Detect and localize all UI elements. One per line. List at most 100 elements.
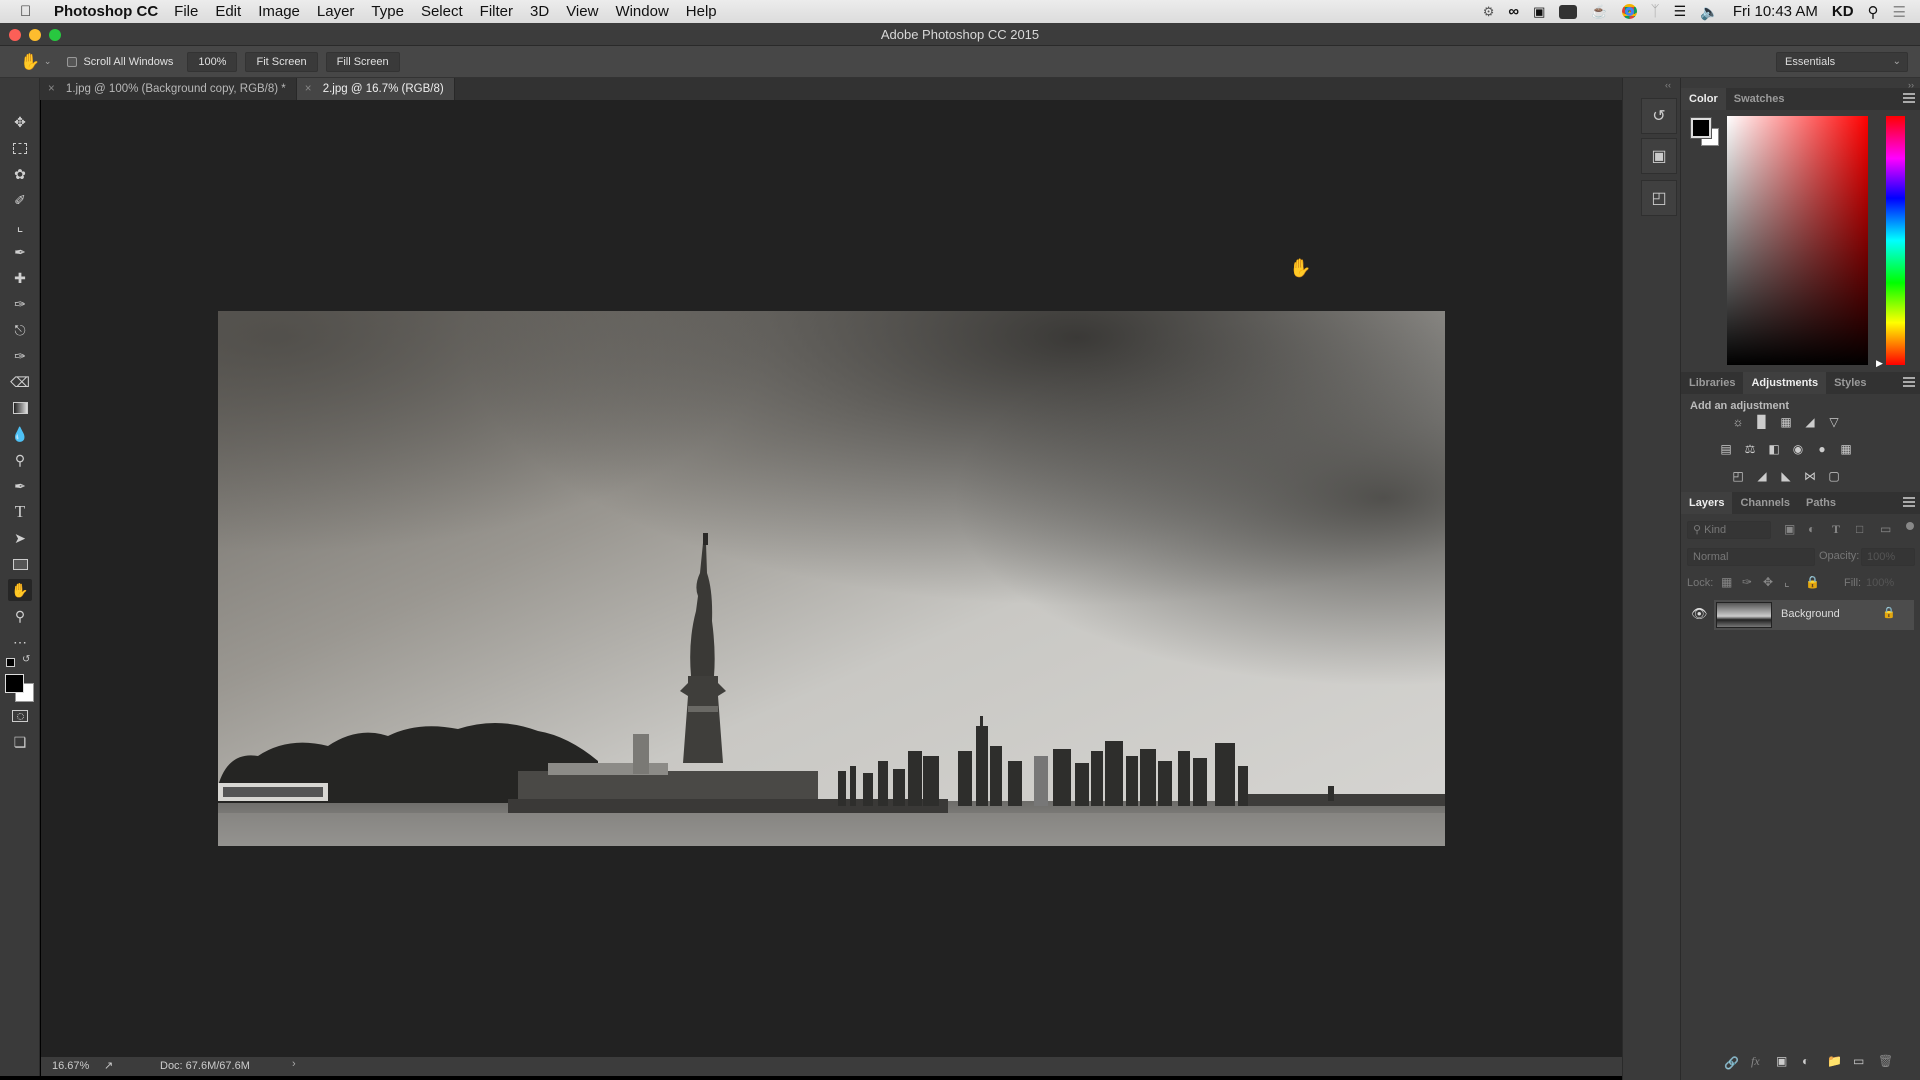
history-brush-tool-icon[interactable]: ✑	[8, 345, 32, 367]
tool-preset-chevron-down-icon[interactable]: ⌄	[44, 56, 52, 67]
panel-menu-icon[interactable]	[1903, 377, 1915, 387]
menu-select[interactable]: Select	[421, 3, 463, 20]
foreground-color-swatch[interactable]	[5, 674, 24, 693]
lock-image-pixels-icon[interactable]: ✑	[1742, 575, 1752, 589]
eraser-tool-icon[interactable]: ⌫	[8, 371, 32, 393]
menu-file[interactable]: File	[174, 3, 198, 20]
hue-slider-handle[interactable]: ▶	[1876, 358, 1883, 369]
fill-screen-button[interactable]: Fill Screen	[325, 51, 400, 72]
menu-app-name[interactable]: Photoshop CC	[54, 3, 158, 20]
window-zoom-button[interactable]	[49, 29, 61, 41]
document-image[interactable]	[218, 311, 1445, 846]
tab-adjustments[interactable]: Adjustments	[1743, 372, 1827, 394]
filter-smart-object-icon[interactable]: ▭	[1880, 522, 1891, 536]
quick-selection-tool-icon[interactable]: ✐	[8, 189, 32, 211]
window-minimize-button[interactable]	[29, 29, 41, 41]
tab-channels[interactable]: Channels	[1732, 492, 1798, 514]
new-group-folder-icon[interactable]: 📁	[1827, 1054, 1842, 1068]
invert-icon[interactable]: ◰	[1729, 468, 1747, 484]
blend-mode-select[interactable]: Normal	[1687, 548, 1815, 566]
coffee-icon[interactable]: ☕	[1591, 4, 1607, 20]
swap-colors-icon[interactable]: ↺	[22, 654, 30, 665]
menu-view[interactable]: View	[566, 3, 598, 20]
workspace-select[interactable]: Essentials ⌄	[1776, 52, 1908, 72]
levels-icon[interactable]: ▉	[1753, 414, 1771, 430]
notification-center-icon[interactable]: ☰	[1893, 3, 1906, 21]
zoom-100-button[interactable]: 100%	[187, 51, 238, 72]
add-mask-icon[interactable]: ▣	[1776, 1054, 1787, 1068]
menu-3d[interactable]: 3D	[530, 3, 549, 20]
sync-icon[interactable]: ⚙	[1483, 4, 1495, 20]
menu-help[interactable]: Help	[686, 3, 717, 20]
filter-toggle-icon[interactable]	[1906, 522, 1914, 530]
tab-paths[interactable]: Paths	[1798, 492, 1844, 514]
lock-position-icon[interactable]: ✥	[1763, 575, 1773, 589]
posterize-icon[interactable]: ◢	[1753, 468, 1771, 484]
chrome-icon[interactable]	[1621, 4, 1637, 19]
checkbox-box[interactable]	[67, 56, 78, 67]
exposure-icon[interactable]: ◢	[1801, 414, 1819, 430]
brightness-contrast-icon[interactable]: ☼	[1729, 414, 1747, 430]
foreground-color-chip[interactable]	[1690, 117, 1712, 139]
pen-tool-icon[interactable]: ✒	[8, 475, 32, 497]
crop-tool-icon[interactable]: ⌞	[8, 215, 32, 237]
document-tab-2[interactable]: × 2.jpg @ 16.7% (RGB/8)	[296, 78, 455, 100]
default-colors-icon[interactable]	[6, 658, 15, 667]
zoom-level[interactable]: 16.67%	[52, 1060, 89, 1072]
layer-fx-icon[interactable]: fx	[1751, 1054, 1760, 1069]
zoom-tool-icon[interactable]: ⚲	[8, 605, 32, 627]
lock-transparent-pixels-icon[interactable]: ▦	[1721, 575, 1732, 589]
filter-shape-icon[interactable]: □	[1856, 522, 1863, 536]
threshold-icon[interactable]: ◣	[1777, 468, 1795, 484]
lock-artboard-icon[interactable]: ⌞	[1784, 575, 1790, 589]
menu-image[interactable]: Image	[258, 3, 300, 20]
marquee-tool-icon[interactable]	[8, 137, 32, 159]
opacity-input[interactable]: 100%	[1861, 548, 1915, 566]
hand-tool-icon[interactable]: ✋	[8, 579, 32, 601]
curves-icon[interactable]: ▦	[1777, 414, 1795, 430]
status-menu-chevron-icon[interactable]: ›	[292, 1058, 296, 1070]
channel-mixer-icon[interactable]: ●	[1813, 441, 1831, 457]
history-panel-icon[interactable]: ↺	[1641, 98, 1677, 134]
hue-saturation-icon[interactable]: ▤	[1717, 441, 1735, 457]
tab-layers[interactable]: Layers	[1681, 492, 1733, 514]
spotlight-search-icon[interactable]: ⚲	[1868, 3, 1879, 21]
menu-layer[interactable]: Layer	[317, 3, 355, 20]
color-balance-icon[interactable]: ⚖	[1741, 441, 1759, 457]
new-adjustment-layer-icon[interactable]: ◐	[1802, 1054, 1809, 1068]
color-lookup-icon[interactable]: ▦	[1837, 441, 1855, 457]
volume-icon[interactable]: 🔈	[1700, 3, 1719, 21]
eyedropper-tool-icon[interactable]: ✒	[8, 241, 32, 263]
link-layers-icon[interactable]: 🔗	[1724, 1056, 1739, 1070]
apple-icon[interactable]: 	[20, 3, 40, 20]
delete-layer-trash-icon[interactable]: 🗑	[1878, 1054, 1893, 1068]
panel-menu-icon[interactable]	[1903, 497, 1915, 507]
gradient-map-icon[interactable]: ▢	[1825, 468, 1843, 484]
black-white-icon[interactable]: ◧	[1765, 441, 1783, 457]
menu-filter[interactable]: Filter	[480, 3, 513, 20]
selective-color-icon[interactable]: ⋈	[1801, 468, 1819, 484]
transform-panel-icon[interactable]: ◰	[1641, 180, 1677, 216]
clock[interactable]: Fri 10:43 AM	[1733, 3, 1818, 20]
lasso-tool-icon[interactable]: ✿	[8, 163, 32, 185]
more-tools-icon[interactable]: ⋯	[8, 631, 32, 653]
layer-visibility-eye-icon[interactable]: 👁	[1691, 606, 1708, 622]
menu-type[interactable]: Type	[371, 3, 404, 20]
panel-menu-icon[interactable]	[1903, 93, 1915, 103]
tool-preset-hand-icon[interactable]: ✋	[20, 52, 40, 72]
vibrance-icon[interactable]: ▽	[1825, 414, 1843, 430]
tab-libraries[interactable]: Libraries	[1681, 372, 1743, 394]
lock-all-icon[interactable]: 🔒	[1805, 575, 1820, 589]
fit-screen-button[interactable]: Fit Screen	[245, 51, 318, 72]
3d-panel-icon[interactable]: ▣	[1641, 138, 1677, 174]
menu-window[interactable]: Window	[615, 3, 668, 20]
close-tab-icon[interactable]: ×	[305, 83, 312, 95]
layer-row-background[interactable]: Background 🔒	[1714, 600, 1914, 630]
filter-adjustment-icon[interactable]: ◐	[1808, 522, 1815, 536]
close-tab-icon[interactable]: ×	[48, 83, 55, 95]
camera-icon[interactable]: ▣	[1533, 4, 1545, 20]
layer-name[interactable]: Background	[1781, 608, 1840, 620]
tab-swatches[interactable]: Swatches	[1726, 88, 1793, 110]
new-layer-icon[interactable]: ▭	[1853, 1054, 1864, 1068]
scroll-all-windows-checkbox[interactable]: Scroll All Windows	[67, 56, 173, 68]
